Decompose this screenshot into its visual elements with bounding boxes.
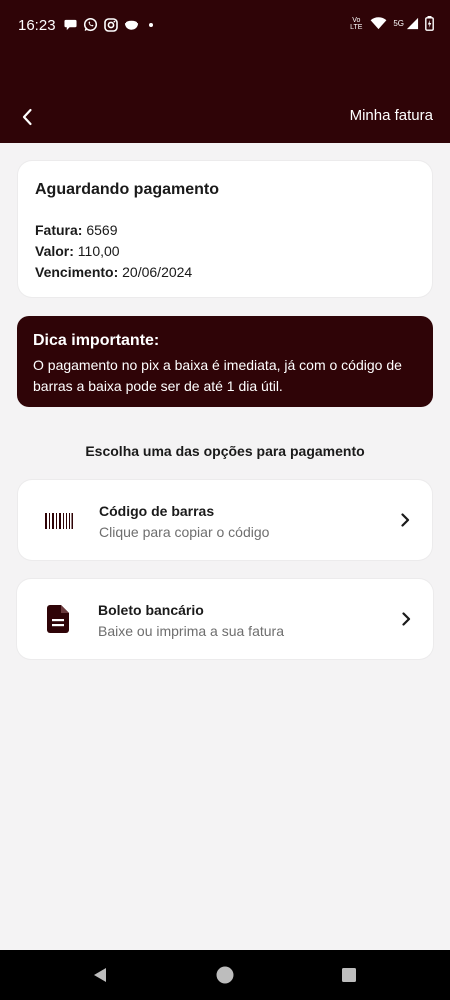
volte-icon: Vo LTE [350, 16, 363, 31]
barcode-option[interactable]: Código de barras Clique para copiar o có… [18, 480, 432, 560]
important-tip-card: Dica importante: O pagamento no pix a ba… [17, 316, 433, 407]
invoice-amount-label: Valor: [35, 243, 74, 259]
invoice-amount-line: Valor: 110,00 [35, 243, 120, 259]
battery-icon [425, 16, 434, 31]
chat-bubble-icon [64, 19, 77, 31]
boleto-option[interactable]: Boleto bancário Baixe ou imprima a sua f… [17, 579, 433, 659]
nav-back-icon[interactable] [89, 964, 111, 986]
invoice-due-date-label: Vencimento: [35, 264, 119, 280]
nav-recents-icon[interactable] [338, 964, 360, 986]
app-header: 16:23 Vo LTE 5G Minha fatura [0, 0, 450, 143]
instagram-icon [104, 17, 118, 32]
whatsapp-icon [83, 17, 98, 32]
signal-icon [406, 17, 419, 30]
invoice-status-card: Aguardando pagamento Fatura: 6569 Valor:… [18, 161, 432, 297]
back-button[interactable] [14, 104, 40, 130]
status-bar: 16:23 Vo LTE 5G [0, 0, 450, 52]
status-time: 16:23 [18, 17, 56, 34]
nav-home-icon[interactable] [214, 964, 236, 986]
boleto-option-subtitle: Baixe ou imprima a sua fatura [98, 623, 284, 639]
tip-title: Dica importante: [33, 332, 160, 349]
chevron-left-icon [22, 108, 32, 126]
system-nav-bar [0, 950, 450, 1000]
notification-icons [64, 17, 153, 32]
dot-icon [149, 22, 153, 27]
invoice-due-date-value: 20/06/2024 [122, 264, 193, 280]
tip-text: O pagamento no pix a baixa é imediata, j… [33, 357, 402, 394]
network-label: 5G [393, 19, 404, 28]
page-title: Minha fatura [349, 107, 433, 124]
invoice-due-date-line: Vencimento: 20/06/2024 [35, 264, 192, 280]
barcode-option-title: Código de barras [99, 503, 215, 519]
barcode-option-subtitle: Clique para copiar o código [99, 524, 270, 540]
invoice-amount-value: 110,00 [77, 243, 120, 259]
system-icons: Vo LTE 5G [348, 16, 434, 31]
invoice-number-label: Fatura: [35, 222, 83, 238]
bowl-icon [124, 20, 139, 30]
payment-options-heading: Escolha uma das opções para pagamento [85, 443, 365, 459]
invoice-number-value: 6569 [86, 222, 118, 238]
barcode-icon [44, 508, 74, 534]
chevron-right-icon [399, 610, 413, 628]
boleto-option-title: Boleto bancário [98, 602, 204, 618]
wifi-icon [370, 17, 387, 30]
chevron-right-icon [398, 511, 412, 529]
invoice-status-title: Aguardando pagamento [35, 181, 220, 198]
document-icon [43, 605, 73, 633]
invoice-number-line: Fatura: 6569 [35, 222, 118, 238]
